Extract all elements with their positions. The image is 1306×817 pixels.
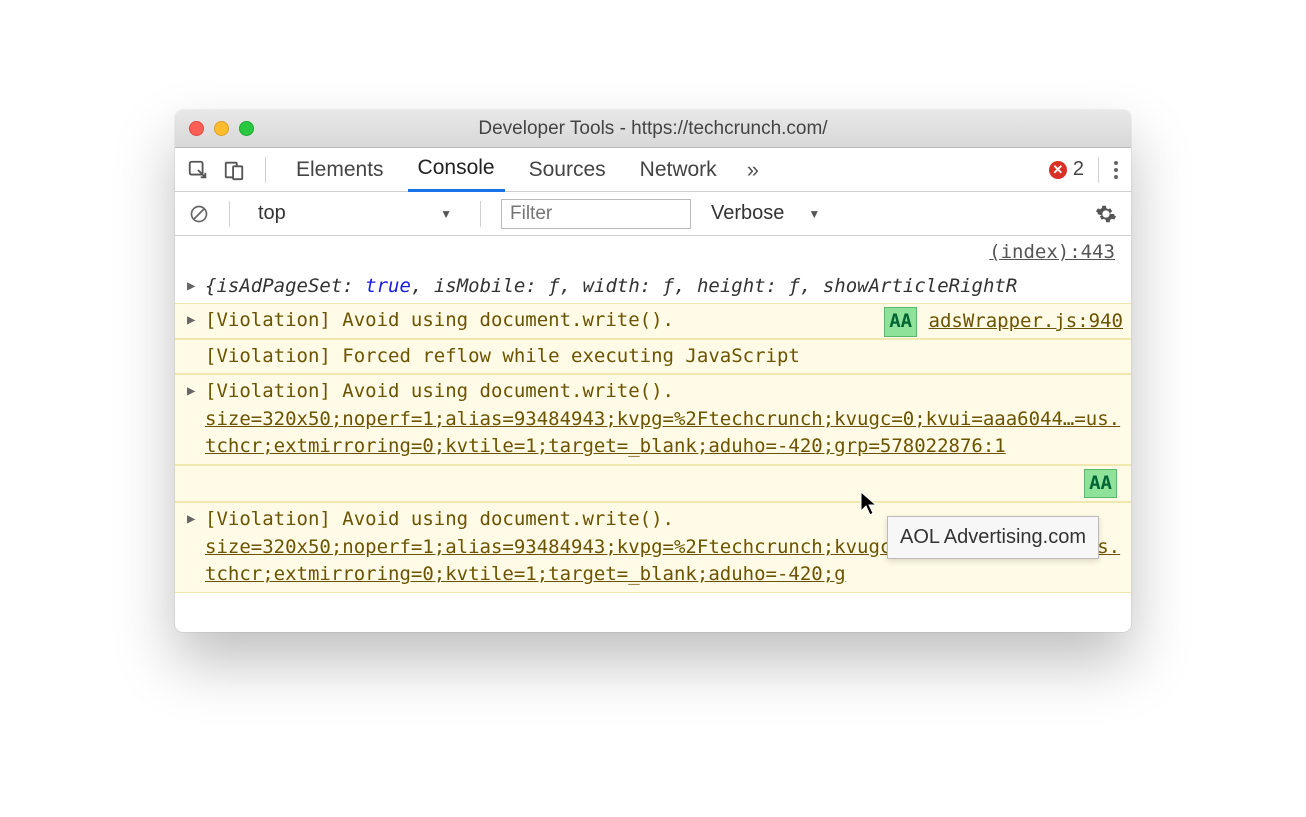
log-row-badge-line: AA	[175, 465, 1131, 503]
request-url-link[interactable]: size=320x50;noperf=1;alias=93484943;kvpg…	[205, 408, 1120, 458]
context-value: top	[258, 202, 286, 225]
dock-menu-icon[interactable]	[1113, 159, 1119, 181]
badge-tooltip: AOL Advertising.com	[887, 516, 1099, 559]
maximize-window-button[interactable]	[239, 121, 254, 136]
clear-console-icon[interactable]	[189, 204, 209, 224]
more-tabs-icon[interactable]: »	[741, 157, 765, 183]
log-level-value: Verbose	[711, 202, 784, 225]
log-message: [Violation] Avoid using document.write()…	[205, 380, 674, 402]
log-source-line: (index):443	[175, 236, 1131, 270]
log-message: [Violation] Forced reflow while executin…	[205, 345, 800, 367]
settings-icon[interactable]	[1095, 203, 1117, 225]
minimize-window-button[interactable]	[214, 121, 229, 136]
source-link[interactable]: (index):443	[989, 241, 1115, 263]
expand-toggle[interactable]: ▶	[187, 276, 195, 296]
context-selector[interactable]: top ▼	[250, 199, 460, 229]
divider	[480, 201, 481, 227]
attribution-badge[interactable]: AA	[1084, 469, 1117, 499]
window-controls	[189, 121, 254, 136]
expand-toggle[interactable]: ▶	[187, 310, 195, 330]
log-message: [Violation] Avoid using document.write()…	[205, 309, 674, 331]
titlebar: Developer Tools - https://techcrunch.com…	[175, 110, 1131, 148]
chevron-down-icon: ▼	[808, 207, 820, 221]
tab-console[interactable]: Console	[408, 148, 505, 192]
expand-toggle[interactable]: ▶	[187, 509, 195, 529]
device-toolbar-icon[interactable]	[223, 159, 245, 181]
divider	[1098, 157, 1099, 183]
tabsbar-right: ✕ 2	[1049, 157, 1119, 183]
devtools-window: Developer Tools - https://techcrunch.com…	[175, 110, 1131, 632]
error-count: 2	[1073, 158, 1084, 181]
main-tabs: Elements Console Sources Network » ✕ 2	[175, 148, 1131, 192]
log-source: AA adsWrapper.js:940	[884, 307, 1123, 337]
tab-elements[interactable]: Elements	[286, 148, 394, 192]
error-count-badge[interactable]: ✕ 2	[1049, 158, 1084, 181]
error-icon: ✕	[1049, 161, 1067, 179]
log-row-object: ▶ {isAdPageSet: true, isMobile: ƒ, width…	[175, 270, 1131, 304]
log-message: [Violation] Avoid using document.write()…	[205, 508, 674, 530]
window-title: Developer Tools - https://techcrunch.com…	[175, 118, 1131, 140]
log-row-violation: ▶ [Violation] Avoid using document.write(…	[175, 374, 1131, 465]
chevron-down-icon: ▼	[440, 207, 452, 221]
log-level-selector[interactable]: Verbose ▼	[705, 202, 826, 225]
console-toolbar: top ▼ Verbose ▼	[175, 192, 1131, 236]
divider	[229, 201, 230, 227]
log-row-violation: [Violation] Forced reflow while executin…	[175, 339, 1131, 375]
log-row-violation: ▶ [Violation] Avoid using document.write(…	[175, 303, 1131, 339]
filter-input[interactable]	[501, 199, 691, 229]
inspect-element-icon[interactable]	[187, 159, 209, 181]
close-window-button[interactable]	[189, 121, 204, 136]
source-link[interactable]: adsWrapper.js:940	[929, 310, 1123, 332]
console-output: (index):443 ▶ {isAdPageSet: true, isMobi…	[175, 236, 1131, 632]
attribution-badge[interactable]: AA	[884, 307, 917, 337]
tab-network[interactable]: Network	[630, 148, 727, 192]
divider	[265, 157, 266, 183]
object-preview[interactable]: {isAdPageSet: true, isMobile: ƒ, width: …	[205, 275, 1017, 297]
tab-sources[interactable]: Sources	[519, 148, 616, 192]
expand-toggle[interactable]: ▶	[187, 381, 195, 401]
